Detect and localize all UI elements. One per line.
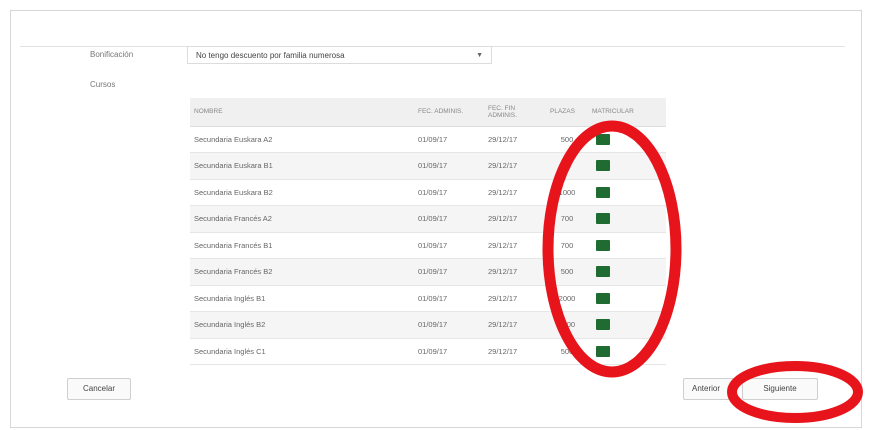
table-row: Secundaria Inglés B2 01/09/17 29/12/17 1100 <box>190 311 666 339</box>
courses-table: NOMBRE FEC. ADMINIS. FEC. FIN ADMINIS. P… <box>190 98 666 365</box>
enroll-cell <box>588 338 666 365</box>
course-name: Secundaria Francés B1 <box>190 232 414 259</box>
table-row: Secundaria Francés B2 01/09/17 29/12/17 500 <box>190 258 666 286</box>
seats-count: 2000 <box>546 285 588 312</box>
chevron-down-icon: ▼ <box>476 52 483 59</box>
header-fec-admin: FEC. ADMINIS. <box>414 98 484 127</box>
course-name: Secundaria Euskara B2 <box>190 179 414 206</box>
enroll-button[interactable] <box>596 292 610 304</box>
enroll-cell <box>588 232 666 259</box>
seats-count: 500 <box>546 126 588 153</box>
admin-end-date: 29/12/17 <box>484 311 546 339</box>
previous-button[interactable]: Anterior <box>683 378 737 400</box>
course-name: Secundaria Inglés C1 <box>190 338 414 365</box>
admin-date: 01/09/17 <box>414 179 484 206</box>
enroll-cell <box>588 179 666 206</box>
admin-end-date: 29/12/17 <box>484 205 546 233</box>
admin-end-date: 29/12/17 <box>484 126 546 153</box>
admin-end-date: 29/12/17 <box>484 232 546 259</box>
bonus-label: Bonificación <box>90 50 134 59</box>
seats-count: 1100 <box>546 311 588 339</box>
seats-count: 700 <box>546 205 588 233</box>
header-plazas: PLAZAS <box>546 98 588 127</box>
table-row: Secundaria Euskara B2 01/09/17 29/12/17 100… <box>190 179 666 206</box>
bonus-select-value: No tengo descuento por familia numerosa <box>196 51 345 60</box>
enroll-button[interactable] <box>596 186 610 198</box>
admin-date: 01/09/17 <box>414 285 484 312</box>
seats-count: 1000 <box>546 179 588 206</box>
enroll-cell <box>588 205 666 233</box>
admin-date: 01/09/17 <box>414 152 484 180</box>
admin-date: 01/09/17 <box>414 232 484 259</box>
table-header-row: NOMBRE FEC. ADMINIS. FEC. FIN ADMINIS. P… <box>190 98 666 127</box>
admin-end-date: 29/12/17 <box>484 179 546 206</box>
table-row: Secundaria Francés B1 01/09/17 29/12/17 700 <box>190 232 666 259</box>
admin-date: 01/09/17 <box>414 126 484 153</box>
course-name: Secundaria Inglés B1 <box>190 285 414 312</box>
enroll-button[interactable] <box>596 266 610 278</box>
table-row: Secundaria Francés A2 01/09/17 29/12/17 700 <box>190 205 666 233</box>
course-name: Secundaria Francés A2 <box>190 205 414 233</box>
enroll-button[interactable] <box>596 345 610 357</box>
admin-end-date: 29/12/17 <box>484 338 546 365</box>
course-name: Secundaria Euskara B1 <box>190 152 414 180</box>
enroll-button[interactable] <box>596 213 610 225</box>
seats-count: 0 <box>546 152 588 180</box>
enroll-cell <box>588 152 666 180</box>
enroll-cell <box>588 258 666 286</box>
admin-end-date: 29/12/17 <box>484 258 546 286</box>
table-row: Secundaria Euskara B1 01/09/17 29/12/17 0 <box>190 152 666 180</box>
next-button[interactable]: Siguiente <box>742 378 818 400</box>
enroll-cell <box>588 311 666 339</box>
table-row: Secundaria Inglés C1 01/09/17 29/12/17 500 <box>190 338 666 365</box>
enroll-button[interactable] <box>596 133 610 145</box>
admin-date: 01/09/17 <box>414 338 484 365</box>
seats-count: 500 <box>546 338 588 365</box>
cancel-button[interactable]: Cancelar <box>67 378 131 400</box>
admin-date: 01/09/17 <box>414 311 484 339</box>
header-nombre: NOMBRE <box>190 98 414 127</box>
course-name: Secundaria Francés B2 <box>190 258 414 286</box>
course-name: Secundaria Inglés B2 <box>190 311 414 339</box>
admin-date: 01/09/17 <box>414 258 484 286</box>
course-name: Secundaria Euskara A2 <box>190 126 414 153</box>
enroll-cell <box>588 126 666 153</box>
enroll-button[interactable] <box>596 160 610 172</box>
admin-end-date: 29/12/17 <box>484 152 546 180</box>
seats-count: 700 <box>546 232 588 259</box>
admin-date: 01/09/17 <box>414 205 484 233</box>
courses-label: Cursos <box>90 80 116 89</box>
enroll-button[interactable] <box>596 239 610 251</box>
header-fec-fin: FEC. FIN ADMINIS. <box>484 98 546 127</box>
enroll-cell <box>588 285 666 312</box>
enroll-button[interactable] <box>596 319 610 331</box>
table-row: Secundaria Inglés B1 01/09/17 29/12/17 2000 <box>190 285 666 312</box>
admin-end-date: 29/12/17 <box>484 285 546 312</box>
seats-count: 500 <box>546 258 588 286</box>
bonus-select[interactable]: No tengo descuento por familia numerosa … <box>187 46 492 64</box>
header-matricular: MATRICULAR <box>588 98 666 127</box>
table-row: Secundaria Euskara A2 01/09/17 29/12/17 500 <box>190 126 666 153</box>
